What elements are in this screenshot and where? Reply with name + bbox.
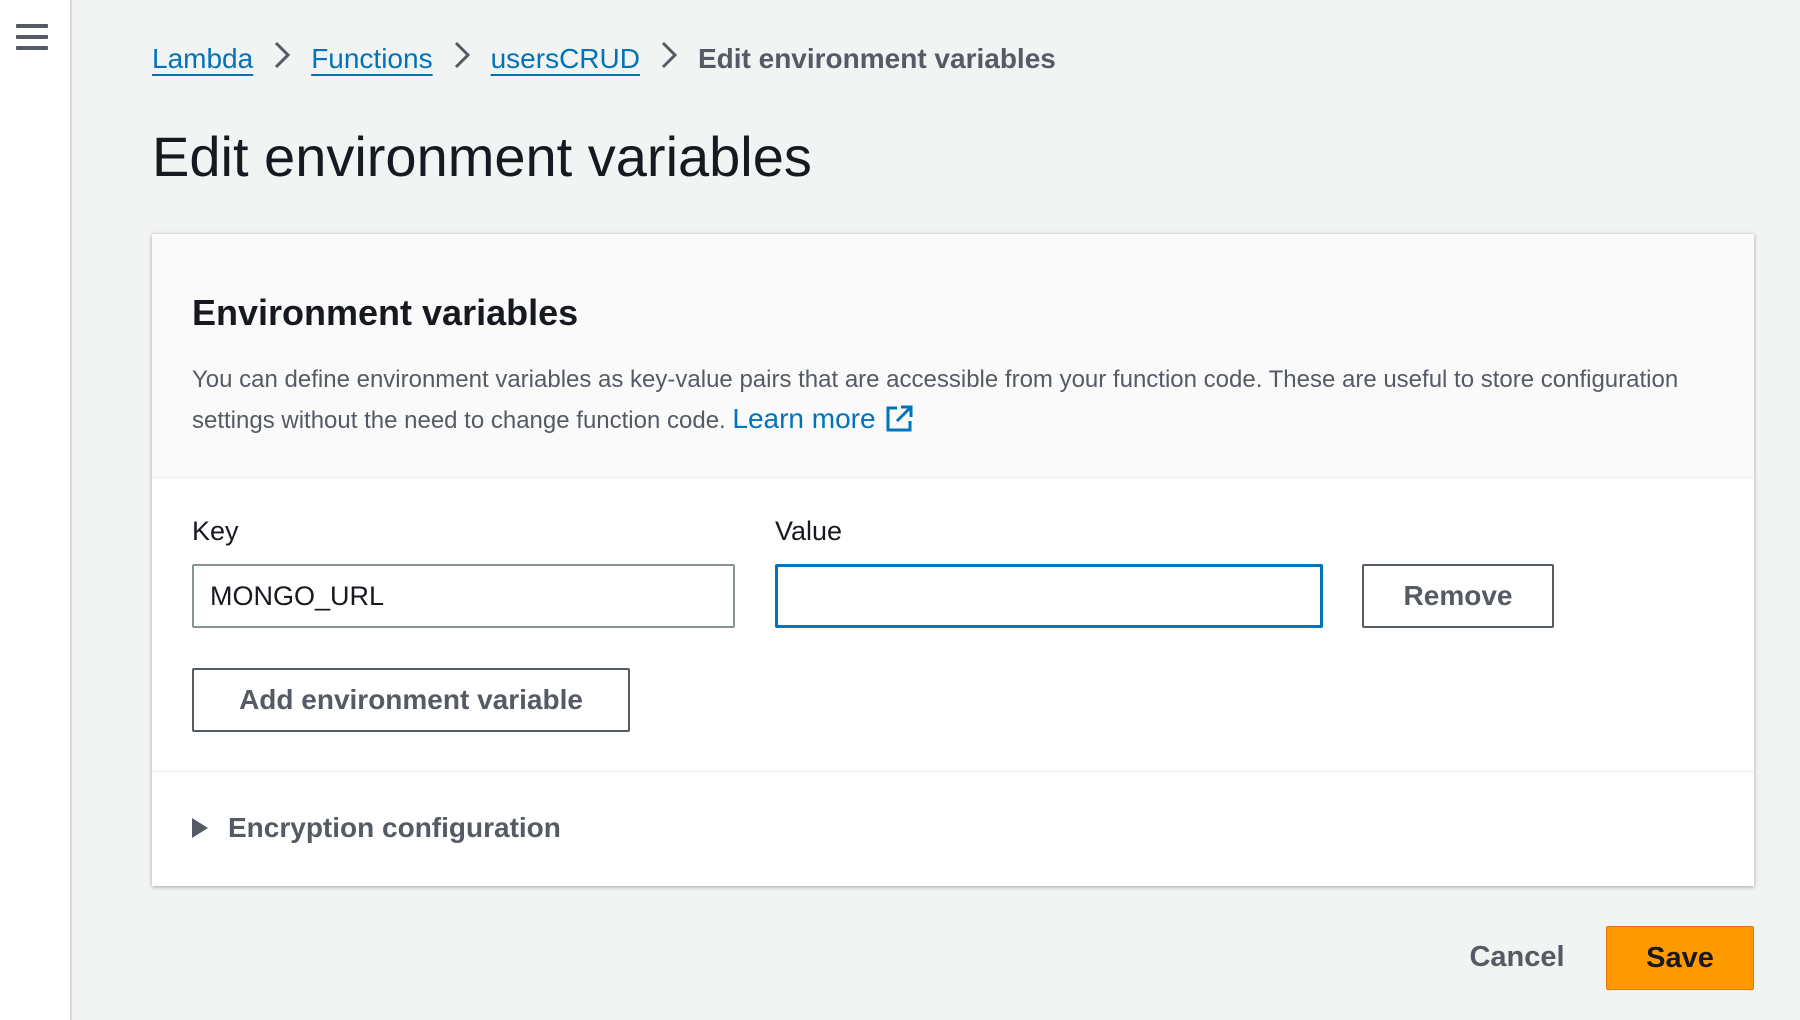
remove-button[interactable]: Remove	[1362, 564, 1554, 628]
panel-description: You can define environment variables as …	[192, 360, 1717, 440]
breadcrumb-lambda[interactable]: Lambda	[152, 43, 253, 75]
learn-more-link[interactable]: Learn more	[732, 403, 875, 434]
encryption-configuration-toggle[interactable]: Encryption configuration	[192, 812, 561, 844]
chevron-right-icon	[433, 40, 491, 77]
encryption-configuration-label: Encryption configuration	[228, 812, 561, 843]
breadcrumb-current: Edit environment variables	[697, 42, 1056, 74]
divider	[152, 771, 1754, 772]
external-link-icon[interactable]	[884, 404, 914, 434]
value-input[interactable]	[775, 564, 1323, 628]
page-title: Edit environment variables	[152, 125, 812, 188]
save-button[interactable]: Save	[1606, 926, 1754, 990]
key-input[interactable]	[192, 564, 735, 628]
breadcrumb: Lambda Functions usersCRUD Edit environm…	[152, 40, 1056, 77]
environment-variables-panel: Environment variables You can define env…	[152, 234, 1754, 886]
panel-description-text: You can define environment variables as …	[192, 366, 1679, 434]
hamburger-menu-icon[interactable]	[16, 24, 48, 52]
cancel-button[interactable]: Cancel	[1442, 926, 1592, 988]
panel-header: Environment variables You can define env…	[152, 234, 1754, 478]
key-label: Key	[192, 516, 239, 546]
chevron-right-icon	[640, 40, 698, 77]
value-label: Value	[775, 516, 843, 546]
side-rail	[0, 0, 72, 1020]
add-environment-variable-button[interactable]: Add environment variable	[192, 668, 630, 732]
breadcrumb-userscrud[interactable]: usersCRUD	[491, 43, 640, 75]
panel-title: Environment variables	[192, 292, 579, 333]
breadcrumb-functions[interactable]: Functions	[311, 43, 432, 75]
caret-right-icon	[192, 818, 208, 838]
chevron-right-icon	[253, 40, 311, 77]
